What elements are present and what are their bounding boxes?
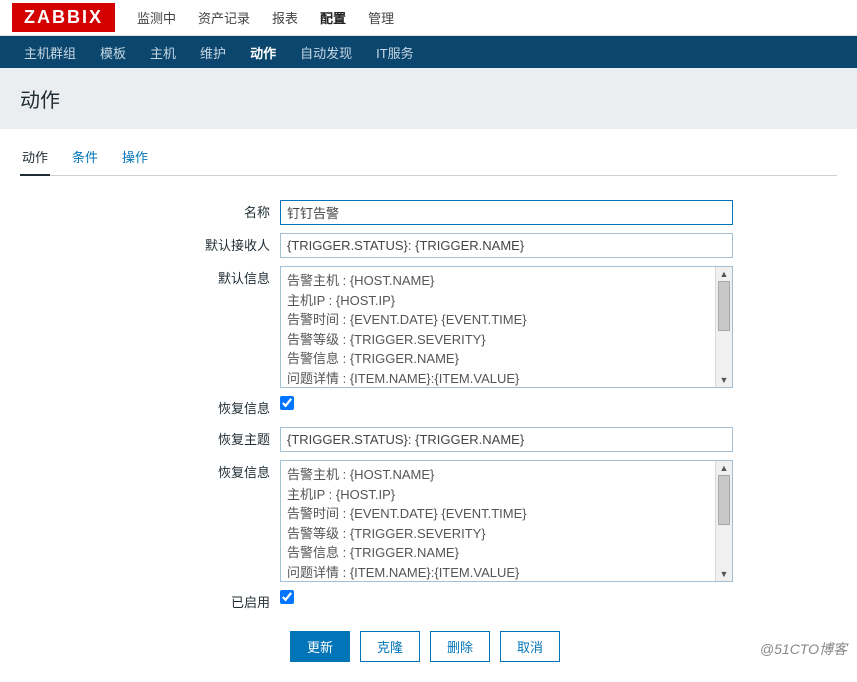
top-menu: 监测中资产记录报表配置管理 [135,0,396,35]
tab[interactable]: 条件 [70,139,100,175]
page-header: 动作 [0,68,857,129]
recovery-enabled-checkbox[interactable] [280,396,294,410]
name-label: 名称 [20,196,280,229]
action-form: 名称 默认接收人 默认信息 ▲ ▼ [20,196,733,617]
recovery-subject-input[interactable] [280,427,733,452]
sub-menu-item[interactable]: 主机群组 [12,35,88,70]
scroll-down-icon[interactable]: ▼ [720,373,729,387]
recovery-message-label: 恢复信息 [20,456,280,586]
cancel-button[interactable]: 取消 [500,631,560,662]
top-menu-item[interactable]: 监测中 [135,0,178,35]
recovery-subject-label: 恢复主题 [20,423,280,456]
recovery-message-textarea[interactable] [281,461,715,581]
default-message-label: 默认信息 [20,262,280,392]
top-bar: ZABBIX 监测中资产记录报表配置管理 [0,0,857,36]
top-menu-item[interactable]: 资产记录 [196,0,252,35]
sub-menu-item[interactable]: 模板 [88,35,138,70]
sub-menu: 主机群组模板主机维护动作自动发现IT服务 [12,35,426,70]
enabled-checkbox[interactable] [280,590,294,604]
scrollbar[interactable]: ▲ ▼ [715,267,732,387]
logo: ZABBIX [12,3,115,32]
tab[interactable]: 操作 [120,139,150,175]
page-title: 动作 [20,84,837,113]
sub-menu-item[interactable]: 维护 [188,35,238,70]
tabs: 动作条件操作 [20,129,837,176]
recovery-enabled-label: 恢复信息 [20,392,280,423]
tab[interactable]: 动作 [20,139,50,176]
default-recipient-label: 默认接收人 [20,229,280,262]
watermark: @51CTO博客 [760,639,847,659]
clone-button[interactable]: 克隆 [360,631,420,662]
sub-menu-item[interactable]: 动作 [238,35,288,70]
sub-menu-item[interactable]: IT服务 [364,35,426,70]
delete-button[interactable]: 删除 [430,631,490,662]
sub-bar: 主机群组模板主机维护动作自动发现IT服务 [0,36,857,68]
name-input[interactable] [280,200,733,225]
scroll-up-icon[interactable]: ▲ [720,267,729,281]
top-menu-item[interactable]: 管理 [366,0,396,35]
default-message-textarea[interactable] [281,267,715,387]
content: 动作条件操作 名称 默认接收人 默认信息 ▲ ▼ [0,129,857,682]
enabled-label: 已启用 [20,586,280,617]
scroll-thumb[interactable] [718,281,730,331]
top-menu-item[interactable]: 配置 [318,0,348,35]
button-row: 更新 克隆 删除 取消 [20,631,837,662]
update-button[interactable]: 更新 [290,631,350,662]
default-recipient-input[interactable] [280,233,733,258]
scroll-up-icon[interactable]: ▲ [720,461,729,475]
scroll-thumb[interactable] [718,475,730,525]
scrollbar[interactable]: ▲ ▼ [715,461,732,581]
scroll-down-icon[interactable]: ▼ [720,567,729,581]
sub-menu-item[interactable]: 主机 [138,35,188,70]
top-menu-item[interactable]: 报表 [270,0,300,35]
